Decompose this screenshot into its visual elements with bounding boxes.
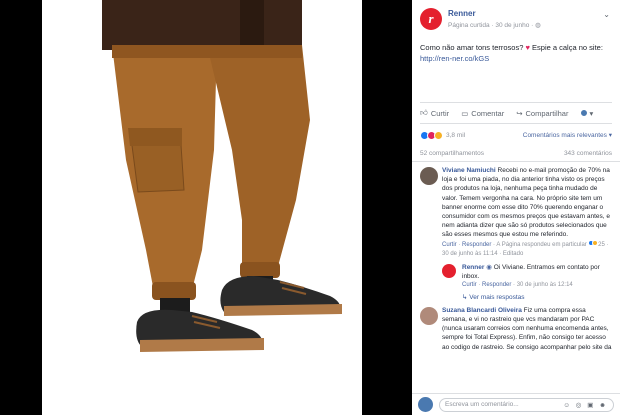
comment-text: Recebi no e-mail promoção de 70% na loja… — [442, 167, 610, 239]
reply-author[interactable]: Renner — [462, 264, 484, 271]
reply-time: 30 de junho às 12:14 — [516, 282, 573, 289]
verified-icon: ◉ — [486, 264, 492, 272]
comment-like-link[interactable]: Curtir — [442, 242, 457, 248]
post-meta: Página curtida · 30 de junho · ◍ — [448, 21, 541, 29]
audience-selector[interactable]: ▾ — [580, 109, 593, 118]
post-sidebar: r Renner Página curtida · 30 de junho · … — [412, 0, 620, 415]
reactions-row: 3,8 mil Comentários mais relevantes ▾ — [412, 124, 620, 146]
facebook-photo-viewer: r Renner Página curtida · 30 de junho · … — [0, 0, 620, 415]
comment-button[interactable]: ▭ Comentar — [461, 109, 504, 118]
post-meta-text: Página curtida · 30 de junho · — [448, 22, 536, 29]
more-replies-label: Ver mais respostas — [469, 293, 525, 301]
speech-bubble-icon: ▭ — [461, 108, 469, 118]
more-replies-link[interactable]: ↳ Ver mais respostas — [462, 293, 612, 302]
heart-icon: ♥ — [525, 43, 530, 52]
post-body: Como não amar tons terrosos? ♥ Espie a c… — [412, 38, 620, 102]
post-header: r Renner Página curtida · 30 de junho · … — [412, 0, 620, 38]
audience-avatar-icon — [580, 109, 589, 117]
comment-reaction-icons — [588, 239, 599, 248]
composer-icons[interactable]: ☺ ◎ ▣ ☻ — [563, 401, 608, 409]
pants-and-shoes-image — [102, 0, 342, 352]
reply-arrow-icon: ↳ — [462, 293, 468, 301]
comment-composer: Escreva um comentário... ☺ ◎ ▣ ☻ — [412, 393, 620, 415]
avatar[interactable] — [442, 264, 456, 279]
action-bar: 👍︎ Curtir ▭ Comentar ↪ Compartilhar ▾ — [420, 102, 612, 124]
post-text: Como não amar tons terrosos? — [420, 43, 524, 52]
avatar[interactable] — [420, 167, 438, 185]
reply-meta: Curtir · Responder · 30 de junho às 12:1… — [462, 282, 573, 289]
page-name[interactable]: Renner — [448, 9, 476, 18]
comment: Viviane Namiuchi Recebi no e-mail promoç… — [412, 166, 620, 302]
photo-panel — [0, 0, 412, 415]
globe-icon: ◍ — [535, 22, 541, 29]
reaction-count[interactable]: 3,8 mil — [446, 132, 465, 139]
page-avatar[interactable]: r — [420, 8, 442, 30]
like-button[interactable]: 👍︎ Curtir — [420, 108, 449, 118]
comment-author[interactable]: Suzana Blancardi Oliveira — [442, 307, 522, 314]
comment-label: Comentar — [471, 108, 505, 118]
comment-input[interactable]: Escreva um comentário... ☺ ◎ ▣ ☻ — [439, 397, 614, 412]
comment-placeholder: Escreva um comentário... — [445, 401, 519, 408]
comment-sort[interactable]: Comentários mais relevantes ▾ — [523, 131, 612, 139]
comments-count[interactable]: 343 comentários — [564, 150, 612, 157]
reply-like-link[interactable]: Curtir — [462, 282, 477, 288]
post-text-2: Espie a calça no site: — [532, 43, 603, 52]
post-link[interactable]: http://ren-ner.co/kGS — [420, 54, 489, 63]
comment-author[interactable]: Viviane Namiuchi — [442, 167, 496, 174]
product-photo — [42, 0, 362, 415]
reply: Renner ◉ Oi Viviane. Entramos em contato… — [442, 263, 612, 302]
avatar[interactable] — [420, 306, 438, 325]
reply-reply-link[interactable]: Responder — [482, 282, 511, 288]
counts-row: 52 compartilhamentos 343 comentários — [412, 146, 620, 162]
comment: Suzana Blancardi Oliveira Fiz uma compra… — [412, 306, 620, 352]
comment-reply-link[interactable]: Responder — [462, 242, 491, 248]
wow-reaction-icon — [434, 130, 443, 140]
page-replied-note: A Página respondeu em particular — [496, 241, 587, 248]
like-label: Curtir — [430, 108, 450, 118]
share-label: Compartilhar — [525, 108, 569, 118]
chevron-down-icon[interactable]: ⌄ — [603, 10, 610, 19]
thumbs-up-icon: 👍︎ — [420, 108, 428, 117]
shares-count[interactable]: 52 compartilhamentos — [420, 150, 484, 157]
share-button[interactable]: ↪ Compartilhar — [516, 109, 568, 118]
avatar — [418, 397, 433, 412]
share-arrow-icon: ↪ — [516, 108, 523, 118]
comment-meta: Curtir · Responder · A Página respondeu … — [442, 239, 609, 257]
